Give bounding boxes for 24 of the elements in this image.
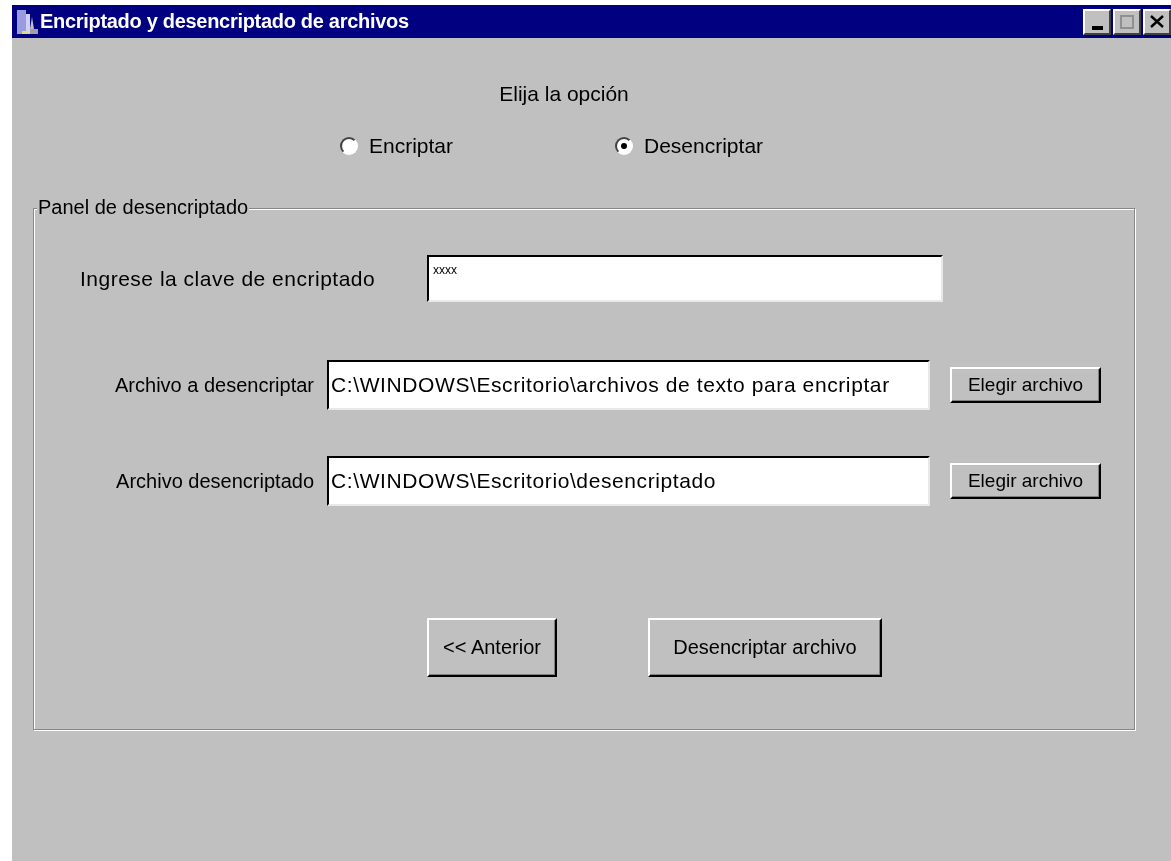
key-field[interactable]: xxxx	[427, 255, 943, 302]
field-label: Archivo desencriptado	[115, 469, 315, 493]
minimize-button[interactable]	[1083, 8, 1111, 35]
field-label: Ingrese la clave de encriptado	[80, 266, 377, 291]
prompt-label: Elija la opción	[498, 82, 630, 106]
back-button[interactable]: << Anterior	[427, 618, 557, 677]
maximize-button[interactable]	[1113, 8, 1141, 35]
maximize-icon	[1120, 14, 1134, 29]
close-button[interactable]	[1143, 8, 1171, 35]
close-icon	[1150, 15, 1164, 28]
minimize-icon	[1091, 25, 1103, 30]
window-title: Encriptado y desencriptado de archivos	[40, 10, 409, 33]
panel-title: Panel de desencriptado	[37, 196, 250, 219]
radio-label[interactable]: Encriptar	[369, 134, 454, 158]
path-field[interactable]: C:\WINDOWS\Escritorio\desencriptado	[327, 456, 930, 506]
path-field[interactable]: C:\WINDOWS\Escritorio\archivos de texto para encriptar	[327, 360, 930, 410]
building-icon	[16, 8, 38, 35]
choose-file-button[interactable]: Elegir archivo	[950, 463, 1101, 499]
radio-button[interactable]	[615, 137, 633, 155]
choose-file-button[interactable]: Elegir archivo	[950, 367, 1101, 403]
radio-button[interactable]	[340, 137, 358, 155]
radio-label[interactable]: Desencriptar	[644, 134, 764, 158]
decrypt-button[interactable]: Desencriptar archivo	[648, 618, 882, 677]
field-label: Archivo a desencriptar	[114, 373, 315, 397]
